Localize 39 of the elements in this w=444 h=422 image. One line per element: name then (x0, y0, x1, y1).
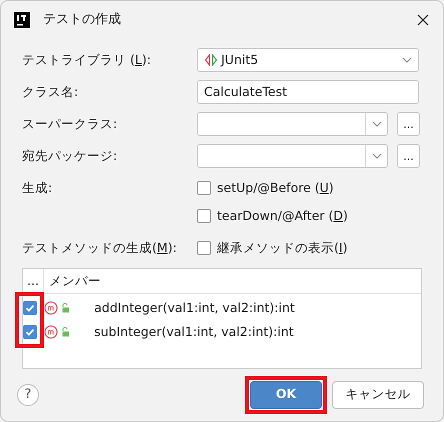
column-header: メンバー (48, 272, 101, 290)
checkbox[interactable] (22, 325, 36, 340)
field-label: クラス名: (22, 83, 80, 102)
dropdown-value: JUnit5 (221, 51, 258, 70)
checkbox-label: tearDown/@After (D) (217, 207, 348, 226)
junit-icon (204, 54, 218, 66)
ok-button[interactable]: OK (250, 380, 322, 409)
app-icon (14, 12, 30, 28)
method-icon (44, 325, 58, 340)
checkbox[interactable] (197, 241, 211, 256)
field-label: スーパークラス: (22, 115, 118, 134)
method-signature: subInteger(val1:int, val2:int):int (94, 323, 294, 342)
library-dropdown[interactable]: JUnit5 (197, 48, 419, 72)
combo-field[interactable] (197, 144, 388, 168)
window-title: テストの作成 (43, 10, 121, 29)
field-label: テストメソッドの生成(M): (22, 239, 178, 258)
lock-icon (61, 303, 70, 314)
checkbox-label: 継承メソッドの表示(I) (217, 239, 348, 258)
checkbox[interactable] (22, 301, 36, 316)
chevron-icon (402, 57, 412, 64)
browse-button[interactable]: ... (397, 112, 420, 136)
lock-icon (61, 327, 70, 338)
close-icon (417, 14, 429, 26)
cancel-button[interactable]: キャンセル (332, 380, 424, 409)
checkbox[interactable] (197, 181, 211, 196)
help-button[interactable]: ? (17, 384, 39, 406)
field-label: 生成: (22, 179, 54, 198)
field-label: テストライブラリ (L): (22, 51, 152, 70)
chevron-icon (372, 121, 382, 128)
method-signature: addInteger(val1:int, val2:int):int (94, 299, 295, 318)
combo-field[interactable] (197, 112, 388, 136)
field-label: 宛先パッケージ: (22, 147, 118, 166)
chevron-icon (372, 153, 382, 160)
text-field[interactable]: CalculateTest (197, 80, 419, 104)
checkbox[interactable] (197, 209, 211, 224)
method-icon (44, 301, 58, 316)
column-header: ... (23, 269, 44, 294)
browse-button[interactable]: ... (397, 144, 420, 168)
checkbox-label: setUp/@Before (U) (217, 179, 334, 198)
